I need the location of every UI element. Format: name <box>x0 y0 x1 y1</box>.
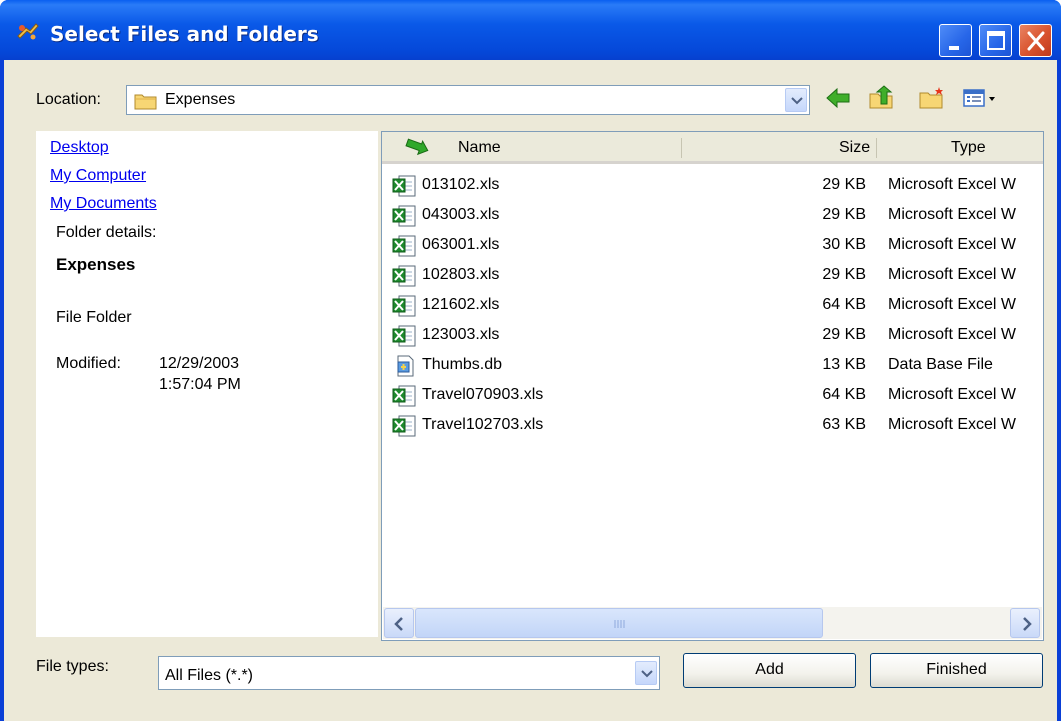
file-types-value: All Files (*.*) <box>165 667 254 684</box>
add-button[interactable]: Add <box>683 653 856 688</box>
file-name: 102803.xls <box>422 266 500 283</box>
location-value: Expenses <box>165 91 236 108</box>
file-row[interactable]: 123003.xls 29 KB Microsoft Excel W <box>382 322 1043 352</box>
file-type: Microsoft Excel W <box>888 206 1017 223</box>
file-size: 29 KB <box>822 206 866 223</box>
column-divider[interactable] <box>681 138 682 158</box>
dialog-body: Location: Expenses Desktop My Computer M… <box>4 60 1057 721</box>
excel-file-icon <box>392 204 418 233</box>
file-type: Microsoft Excel W <box>888 326 1017 343</box>
up-folder-icon[interactable] <box>868 84 896 117</box>
scroll-right-button[interactable] <box>1010 608 1040 638</box>
my-computer-link[interactable]: My Computer <box>50 167 146 185</box>
location-combobox[interactable]: Expenses <box>126 85 810 115</box>
file-type: Microsoft Excel W <box>888 176 1017 193</box>
folder-icon <box>134 91 158 116</box>
desktop-link[interactable]: Desktop <box>50 139 109 157</box>
modified-date: 12/29/2003 <box>159 355 240 372</box>
file-size: 30 KB <box>822 236 866 253</box>
file-name: Thumbs.db <box>422 356 503 373</box>
file-list[interactable]: Name Size Type 013102.xls 29 KB Microsoft … <box>381 131 1044 641</box>
file-size: 29 KB <box>822 326 866 343</box>
file-size: 64 KB <box>822 296 866 313</box>
my-documents-link[interactable]: My Documents <box>50 195 157 213</box>
file-row[interactable]: 063001.xls 30 KB Microsoft Excel W <box>382 232 1043 262</box>
file-name: Travel102703.xls <box>422 416 544 433</box>
file-size: 13 KB <box>822 356 866 373</box>
sort-arrow-icon <box>404 138 434 165</box>
excel-file-icon <box>392 234 418 263</box>
excel-file-icon <box>392 174 418 203</box>
file-types-label: File types: <box>36 658 109 675</box>
chevron-down-icon <box>641 670 653 678</box>
file-types-dropdown-button[interactable] <box>635 661 657 685</box>
file-row[interactable]: Thumbs.db 13 KB Data Base File <box>382 352 1043 382</box>
view-menu-icon[interactable] <box>962 84 1006 117</box>
column-size[interactable]: Size <box>839 139 870 157</box>
file-name: 043003.xls <box>422 206 500 223</box>
column-type[interactable]: Type <box>951 139 986 157</box>
folder-type: File Folder <box>56 309 132 326</box>
file-type: Microsoft Excel W <box>888 236 1017 253</box>
title-bar[interactable]: Select Files and Folders <box>0 0 1061 60</box>
file-row[interactable]: Travel070903.xls 64 KB Microsoft Excel W <box>382 382 1043 412</box>
new-folder-icon[interactable] <box>918 84 946 117</box>
folder-name: Expenses <box>56 255 136 274</box>
finished-button[interactable]: Finished <box>870 653 1043 688</box>
file-size: 63 KB <box>822 416 866 433</box>
database-file-icon <box>392 354 418 383</box>
excel-file-icon <box>392 414 418 443</box>
scroll-left-button[interactable] <box>384 608 414 638</box>
excel-file-icon <box>392 384 418 413</box>
file-row[interactable]: Travel102703.xls 63 KB Microsoft Excel W <box>382 412 1043 442</box>
file-row[interactable]: 121602.xls 64 KB Microsoft Excel W <box>382 292 1043 322</box>
chevron-right-icon <box>1023 617 1032 631</box>
file-type: Data Base File <box>888 356 993 373</box>
location-dropdown-button[interactable] <box>785 88 807 112</box>
file-type: Microsoft Excel W <box>888 266 1017 283</box>
location-label: Location: <box>36 91 101 108</box>
dialog-window: Select Files and Folders Location: Expen… <box>0 0 1061 721</box>
file-row[interactable]: 013102.xls 29 KB Microsoft Excel W <box>382 172 1043 202</box>
file-name: 063001.xls <box>422 236 500 253</box>
column-header: Name Size Type <box>382 132 1043 164</box>
column-divider[interactable] <box>876 138 877 158</box>
file-name: 121602.xls <box>422 296 500 313</box>
column-name[interactable]: Name <box>458 139 501 157</box>
maximize-icon <box>987 31 1005 50</box>
minimize-icon <box>949 46 959 50</box>
chevron-down-icon <box>791 97 803 105</box>
modified-label: Modified: <box>56 355 121 372</box>
file-name: 013102.xls <box>422 176 500 193</box>
excel-file-icon <box>392 324 418 353</box>
file-size: 29 KB <box>822 176 866 193</box>
file-type: Microsoft Excel W <box>888 296 1017 313</box>
file-row[interactable]: 043003.xls 29 KB Microsoft Excel W <box>382 202 1043 232</box>
file-row[interactable]: 102803.xls 29 KB Microsoft Excel W <box>382 262 1043 292</box>
close-icon <box>1027 31 1045 51</box>
window-title: Select Files and Folders <box>50 22 319 46</box>
modified-time: 1:57:04 PM <box>159 376 241 393</box>
file-type: Microsoft Excel W <box>888 416 1017 433</box>
scroll-thumb[interactable] <box>415 608 823 638</box>
folder-details-label: Folder details: <box>56 224 157 241</box>
details-pane: Desktop My Computer My Documents Folder … <box>36 131 378 637</box>
back-icon[interactable] <box>824 84 852 117</box>
horizontal-scrollbar[interactable] <box>383 607 1042 639</box>
file-name: Travel070903.xls <box>422 386 544 403</box>
excel-file-icon <box>392 264 418 293</box>
grip-icon <box>614 620 625 628</box>
file-name: 123003.xls <box>422 326 500 343</box>
file-size: 29 KB <box>822 266 866 283</box>
excel-file-icon <box>392 294 418 323</box>
file-type: Microsoft Excel W <box>888 386 1017 403</box>
file-size: 64 KB <box>822 386 866 403</box>
maximize-button[interactable] <box>979 24 1012 57</box>
chevron-left-icon <box>394 617 403 631</box>
app-icon <box>16 22 40 42</box>
minimize-button[interactable] <box>939 24 972 57</box>
file-types-combobox[interactable]: All Files (*.*) <box>158 656 660 690</box>
close-button[interactable] <box>1019 24 1052 57</box>
